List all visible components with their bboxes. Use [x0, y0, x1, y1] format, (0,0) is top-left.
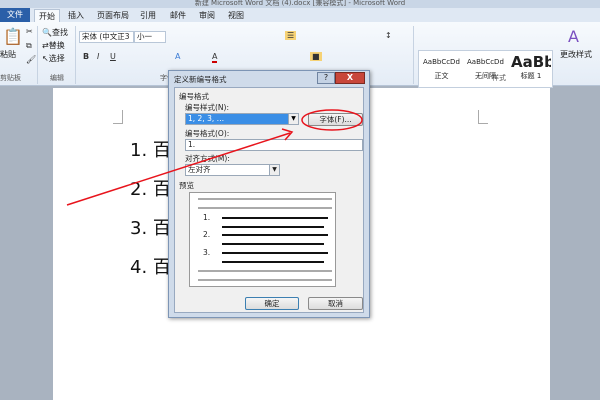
annotation-overlay [66, 109, 363, 206]
annotation-arrow [66, 132, 291, 206]
highlight-ellipse [301, 109, 363, 131]
